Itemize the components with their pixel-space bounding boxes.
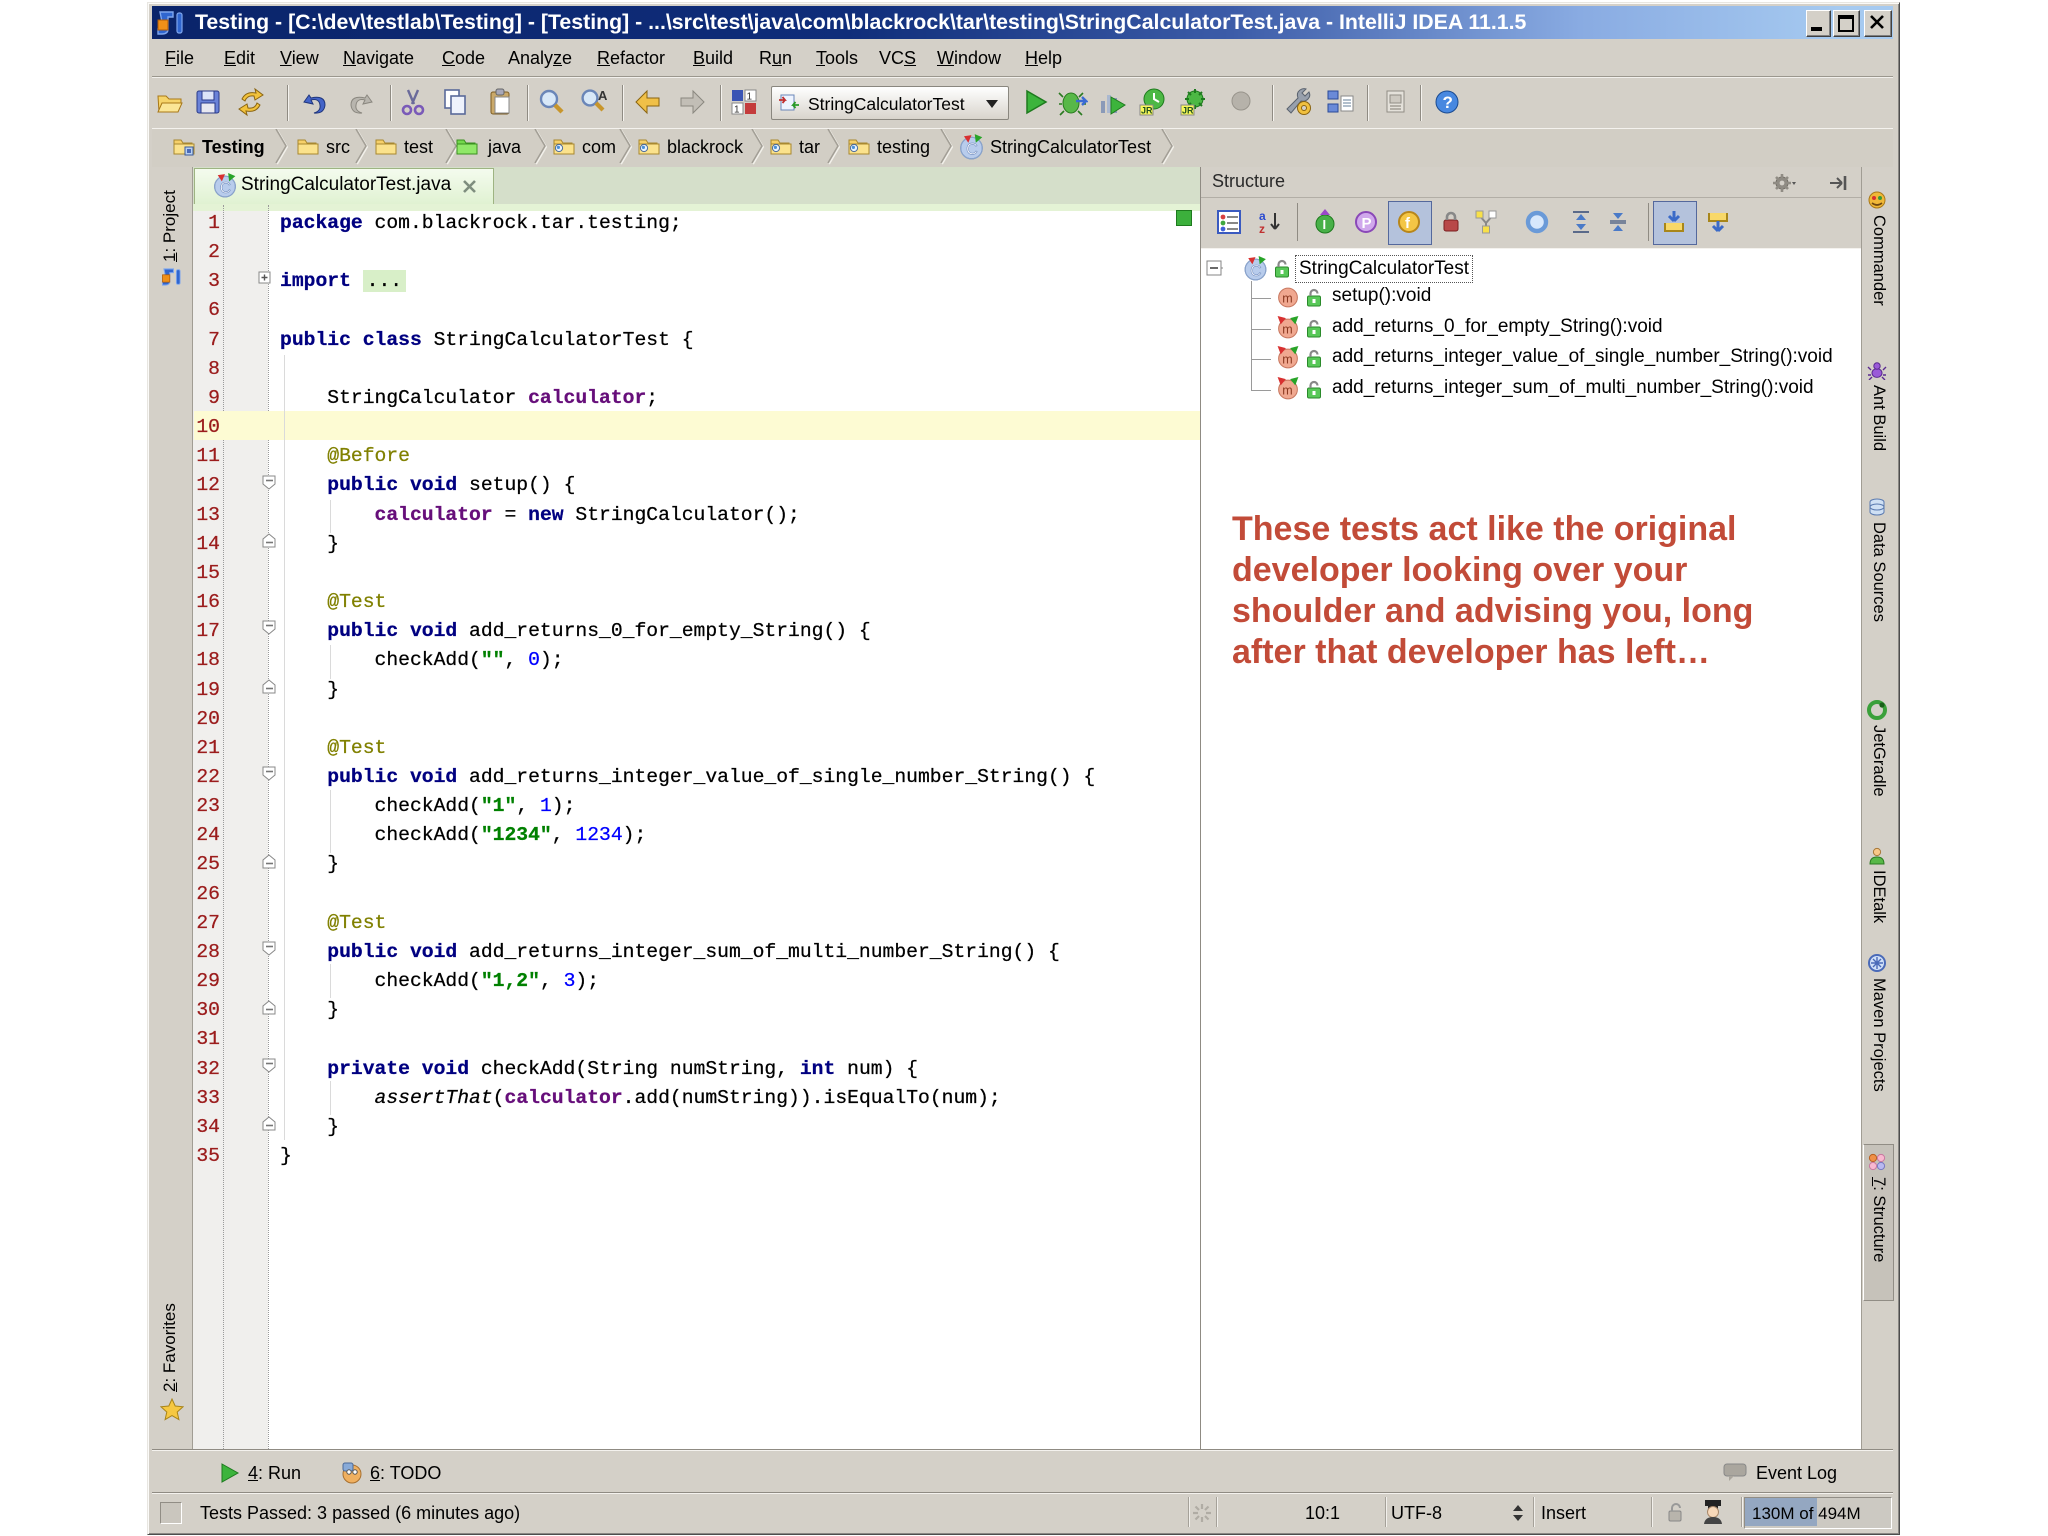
svg-text:A: A bbox=[598, 88, 608, 103]
svg-text:m: m bbox=[1282, 323, 1292, 337]
svg-text:m: m bbox=[1282, 353, 1292, 367]
svg-text:a: a bbox=[1259, 209, 1266, 223]
svg-text:m: m bbox=[1282, 384, 1292, 398]
svg-text:P: P bbox=[1362, 215, 1372, 232]
svg-text:z: z bbox=[1259, 222, 1265, 235]
svg-text:1: 1 bbox=[734, 105, 740, 116]
svg-text:1: 1 bbox=[747, 92, 753, 103]
svg-text:C: C bbox=[966, 141, 978, 159]
svg-text:JR: JR bbox=[1182, 106, 1194, 116]
svg-text:m: m bbox=[1282, 292, 1292, 306]
svg-text:JR: JR bbox=[1141, 106, 1153, 116]
svg-text:C: C bbox=[1250, 263, 1261, 280]
svg-text:C: C bbox=[220, 180, 231, 197]
svg-text:I: I bbox=[1323, 217, 1327, 232]
svg-text:?: ? bbox=[1443, 93, 1453, 112]
